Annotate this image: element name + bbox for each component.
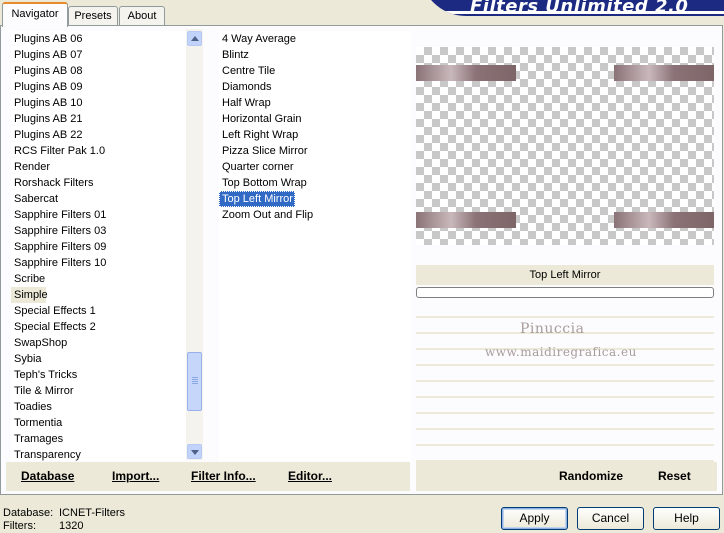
list-item[interactable]: Sybia: [11, 351, 186, 367]
list-item[interactable]: Pizza Slice Mirror: [219, 143, 411, 159]
list-item[interactable]: Tormentia: [11, 415, 186, 431]
cancel-button[interactable]: Cancel: [577, 507, 644, 530]
preview-bar: [416, 65, 516, 81]
list-item[interactable]: Sapphire Filters 10: [11, 255, 186, 271]
list-item[interactable]: Plugins AB 09: [11, 79, 186, 95]
category-scrollbar[interactable]: [186, 29, 203, 460]
scroll-up-button[interactable]: [187, 31, 202, 46]
chevron-up-icon: [191, 36, 199, 41]
list-item[interactable]: Special Effects 1: [11, 303, 186, 319]
list-item[interactable]: Zoom Out and Flip: [219, 207, 411, 223]
category-list[interactable]: Plugins AB 06 Plugins AB 07 Plugins AB 08 P…: [11, 31, 186, 461]
list-item[interactable]: Sapphire Filters 01: [11, 207, 186, 223]
list-item[interactable]: Plugins AB 21: [11, 111, 186, 127]
scroll-thumb[interactable]: [187, 352, 202, 411]
list-item[interactable]: RCS Filter Pak 1.0: [11, 143, 186, 159]
list-item[interactable]: Left Right Wrap: [219, 127, 411, 143]
help-button[interactable]: Help: [653, 507, 720, 530]
list-item[interactable]: Simple: [11, 287, 48, 303]
filter-preview: [416, 47, 714, 245]
database-label: Database:: [3, 507, 54, 519]
list-item[interactable]: Scribe: [11, 271, 186, 287]
database-button[interactable]: Database: [21, 469, 74, 483]
list-item[interactable]: Teph's Tricks: [11, 367, 186, 383]
list-item[interactable]: Plugins AB 08: [11, 63, 186, 79]
list-item[interactable]: Tramages: [11, 431, 186, 447]
list-toolbar: Database Import... Filter Info... Editor…: [6, 462, 410, 491]
list-item[interactable]: Half Wrap: [219, 95, 411, 111]
preview-bar: [614, 65, 714, 81]
reset-button[interactable]: Reset: [658, 469, 691, 483]
database-value: ICNET-Filters: [59, 507, 125, 519]
filter-name-label: Top Left Mirror: [416, 265, 714, 285]
chevron-down-icon: [191, 450, 199, 455]
editor-button[interactable]: Editor...: [288, 469, 332, 483]
list-item[interactable]: Plugins AB 07: [11, 47, 186, 63]
list-item[interactable]: Centre Tile: [219, 63, 411, 79]
list-item[interactable]: Transparency: [11, 447, 186, 461]
list-item[interactable]: SwapShop: [11, 335, 186, 351]
list-item[interactable]: Tile & Mirror: [11, 383, 186, 399]
list-item[interactable]: Blintz: [219, 47, 411, 63]
list-item[interactable]: Top Bottom Wrap: [219, 175, 411, 191]
list-item[interactable]: 4 Way Average: [219, 31, 411, 47]
watermark-url: www.maidiregrafica.eu: [485, 345, 637, 359]
list-item[interactable]: Sabercat: [11, 191, 186, 207]
list-item[interactable]: Special Effects 2: [11, 319, 186, 335]
randomize-button[interactable]: Randomize: [559, 469, 623, 483]
filters-status: Filters: 1320: [3, 520, 83, 532]
preview-toolbar: Randomize Reset: [416, 462, 717, 491]
tab-presets[interactable]: Presets: [68, 6, 118, 25]
watermark-name: Pinuccia: [520, 321, 585, 337]
filter-info-button[interactable]: Filter Info...: [191, 469, 256, 483]
apply-button[interactable]: Apply: [501, 507, 568, 530]
list-item[interactable]: Quarter corner: [219, 159, 411, 175]
list-item[interactable]: Diamonds: [219, 79, 411, 95]
filters-label: Filters:: [3, 520, 36, 532]
list-item[interactable]: Top Left Mirror: [219, 191, 295, 207]
database-status: Database: ICNET-Filters: [3, 507, 125, 519]
import-button[interactable]: Import...: [112, 469, 159, 483]
list-item[interactable]: Plugins AB 22: [11, 127, 186, 143]
banner-title: Filters Unlimited 2.0: [470, 0, 689, 17]
list-item[interactable]: Horizontal Grain: [219, 111, 411, 127]
filter-control-slider[interactable]: [416, 287, 714, 298]
preview-bar: [416, 212, 516, 228]
list-item[interactable]: Plugins AB 06: [11, 31, 186, 47]
list-item[interactable]: Sapphire Filters 03: [11, 223, 186, 239]
tab-about[interactable]: About: [119, 6, 165, 25]
tab-navigator[interactable]: Navigator: [2, 2, 68, 27]
filters-value: 1320: [59, 520, 84, 532]
scroll-down-button[interactable]: [187, 444, 202, 459]
list-item[interactable]: Toadies: [11, 399, 186, 415]
preview-bar: [614, 212, 714, 228]
list-item[interactable]: Sapphire Filters 09: [11, 239, 186, 255]
list-item[interactable]: Rorshack Filters: [11, 175, 186, 191]
filter-list[interactable]: 4 Way Average Blintz Centre Tile Diamonds Ha…: [219, 31, 411, 461]
list-item[interactable]: Plugins AB 10: [11, 95, 186, 111]
list-item[interactable]: Render: [11, 159, 186, 175]
